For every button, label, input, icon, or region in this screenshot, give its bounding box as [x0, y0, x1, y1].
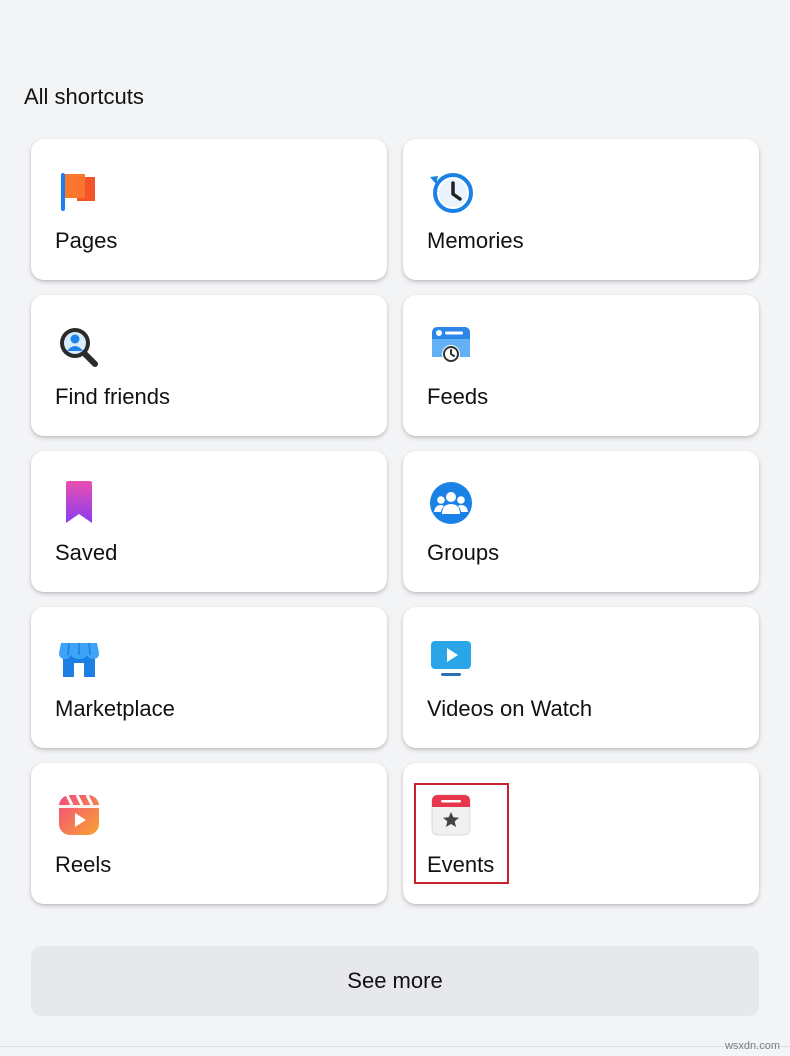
shortcut-find-friends[interactable]: Find friends [31, 295, 387, 436]
shortcuts-grid: Pages Memories Find friends Feeds Saved … [31, 139, 759, 904]
shortcut-label: Groups [427, 540, 500, 565]
shortcut-reels[interactable]: Reels [31, 763, 387, 904]
shortcut-feeds[interactable]: Feeds [403, 295, 759, 436]
saved-bookmark-icon [55, 479, 103, 527]
shortcut-label: Pages [55, 228, 118, 253]
shortcut-memories[interactable]: Memories [403, 139, 759, 280]
memories-clock-icon [427, 167, 475, 215]
shortcut-label: Reels [55, 852, 112, 877]
find-friends-icon [55, 323, 103, 371]
watermark: wsxdn.com [724, 1040, 780, 1052]
pages-flag-icon [55, 167, 103, 215]
shortcut-pages[interactable]: Pages [31, 139, 387, 280]
shortcut-label: Find friends [55, 384, 170, 409]
divider [0, 1046, 790, 1047]
section-title: All shortcuts [24, 84, 144, 109]
shortcut-events[interactable]: Events [403, 763, 759, 904]
shortcut-groups[interactable]: Groups [403, 451, 759, 592]
shortcut-marketplace[interactable]: Marketplace [31, 607, 387, 748]
shortcut-label: Saved [55, 540, 118, 565]
shortcut-label: Events [427, 852, 495, 877]
groups-icon [427, 479, 475, 527]
shortcut-label: Memories [427, 228, 524, 253]
reels-icon [55, 791, 103, 839]
shortcut-videos-on-watch[interactable]: Videos on Watch [403, 607, 759, 748]
watch-video-icon [427, 635, 475, 683]
feeds-icon [427, 323, 475, 371]
shortcut-saved[interactable]: Saved [31, 451, 387, 592]
shortcut-label: Feeds [427, 384, 489, 409]
marketplace-store-icon [55, 635, 103, 683]
shortcut-label: Videos on Watch [427, 696, 593, 721]
shortcut-label: Marketplace [55, 696, 175, 721]
events-calendar-icon [427, 791, 475, 839]
see-more-button[interactable]: See more [31, 946, 759, 1016]
